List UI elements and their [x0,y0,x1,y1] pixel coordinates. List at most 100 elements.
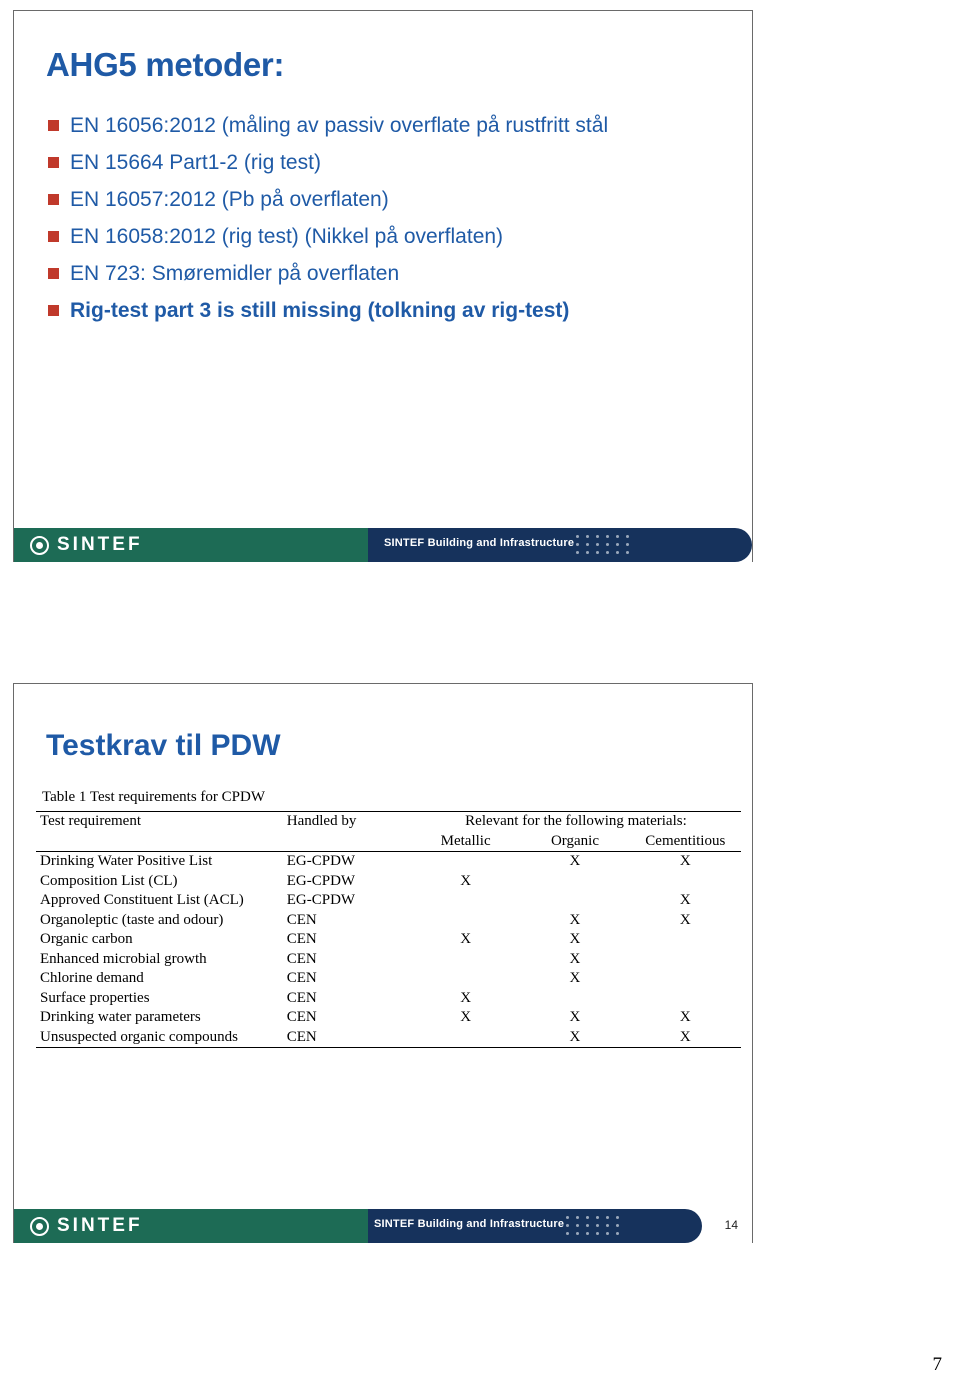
cell-requirement: Approved Constituent List (ACL) [40,892,244,908]
column-header-materials-group: Relevant for the following materials: [410,811,741,832]
list-item-label: EN 16058:2012 (rig test) (Nikkel på over… [70,225,504,248]
cell-cementitious: X [679,1009,691,1025]
cell-organic: X [569,931,581,947]
cell-requirement: Organic carbon [40,931,133,947]
cell-organic [520,891,629,911]
sintef-logo: SINTEF [30,1215,143,1237]
table-row: Composition List (CL) EG-CPDW X [36,872,741,892]
slide-2-title: Testkrav til PDW [46,729,281,762]
cell-handled-by: EG-CPDW [286,892,356,908]
column-header-handled-by: Handled by [282,811,411,832]
list-item: Rig-test part 3 is still missing (tolkni… [48,296,738,326]
sintef-wordmark: SINTEF [57,1215,143,1236]
table-header-row-primary: Test requirement Handled by Relevant for… [36,811,741,832]
table-row: Drinking Water Positive List EG-CPDW X X [36,852,741,872]
cell-handled-by: CEN [286,989,317,1006]
cell-requirement: Chlorine demand [40,970,144,986]
table-caption: Table 1 Test requirements for CPDW [42,789,265,805]
cell-metallic: X [460,989,472,1006]
list-item-label: EN 16057:2012 (Pb på overflaten) [70,188,389,211]
table-row: Organoleptic (taste and odour) CEN X X [36,911,741,931]
slide-1-title: AHG5 metoder: [46,46,285,83]
cell-handled-by: EG-CPDW [286,872,356,889]
table-row: Chlorine demand CEN X [36,969,741,989]
cell-handled-by: CEN [286,970,317,986]
column-header-test-requirement: Test requirement [36,811,283,832]
slide-number: 14 [724,1218,738,1232]
cell-organic [520,989,629,1009]
square-bullet-icon [48,305,59,316]
list-item: EN 16056:2012 (måling av passiv overflat… [48,111,738,141]
cell-cementitious: X [629,1027,741,1048]
column-header-spacer-2 [282,831,411,852]
test-requirements-table-wrapper: Table 1 Test requirements for CPDW Test … [36,789,746,1048]
slide-1-bullet-list: EN 16056:2012 (måling av passiv overflat… [48,111,738,333]
table-row: Organic carbon CEN X X [36,930,741,950]
table-row: Unsuspected organic compounds CEN X X [36,1027,741,1048]
cell-handled-by: CEN [286,1009,317,1025]
list-item: EN 723: Smøremidler på overflaten [48,259,738,289]
sintef-circle-icon [30,1216,49,1236]
table-row: Surface properties CEN X [36,989,741,1009]
column-header-metallic: Metallic [410,831,521,852]
slide-1: AHG5 metoder: EN 16056:2012 (måling av p… [13,10,753,562]
slide-2: Testkrav til PDW Table 1 Test requiremen… [13,683,753,1243]
cell-handled-by: CEN [282,1027,411,1048]
cell-metallic: X [460,931,472,947]
cell-metallic: X [460,1009,472,1025]
cell-requirement: Unsuspected organic compounds [36,1027,283,1048]
footer-dots-decoration [576,535,629,554]
square-bullet-icon [48,231,59,242]
cell-organic: X [569,970,581,986]
list-item-label: EN 16056:2012 (måling av passiv overflat… [70,114,609,137]
cell-metallic: X [460,872,472,889]
cell-cementitious: X [679,892,691,908]
cell-cementitious [630,969,741,989]
cell-requirement: Drinking water parameters [40,1009,201,1025]
square-bullet-icon [48,120,59,131]
cell-handled-by: CEN [286,950,317,967]
table-row: Enhanced microbial growth CEN X [36,950,741,970]
cell-handled-by: CEN [286,931,317,947]
cell-organic: X [569,853,581,869]
page-number: 7 [932,1354,943,1375]
square-bullet-icon [48,157,59,168]
footer-dots-decoration [566,1216,619,1235]
cell-organic: X [569,950,581,967]
cell-metallic [411,950,520,970]
cell-handled-by: CEN [286,911,317,928]
footer-label: SINTEF Building and Infrastructure [384,537,575,549]
list-item: EN 15664 Part1-2 (rig test) [48,148,738,178]
cell-organic [520,872,629,892]
column-header-cementitious: Cementitious [629,831,741,852]
cell-cementitious: X [679,911,691,928]
cell-cementitious [630,989,741,1009]
list-item: EN 16057:2012 (Pb på overflaten) [48,185,738,215]
cell-cementitious [630,930,741,950]
column-header-organic: Organic [520,831,630,852]
square-bullet-icon [48,194,59,205]
table-row: Approved Constituent List (ACL) EG-CPDW … [36,891,741,911]
cell-requirement: Composition List (CL) [40,872,178,889]
cell-requirement: Organoleptic (taste and odour) [40,911,224,928]
cell-handled-by: EG-CPDW [286,853,356,869]
table-row: Drinking water parameters CEN X X X [36,1008,741,1028]
test-requirements-table: Test requirement Handled by Relevant for… [36,811,741,1048]
table-header-row-secondary: Metallic Organic Cementitious [36,831,741,852]
cell-metallic [410,1027,521,1048]
cell-metallic [411,852,520,872]
cell-organic: X [520,1027,630,1048]
cell-metallic [411,969,520,989]
list-item: EN 16058:2012 (rig test) (Nikkel på over… [48,222,738,252]
cell-metallic [411,891,520,911]
cell-requirement: Enhanced microbial growth [40,950,207,967]
slide-2-footer: SINTEF SINTEF Building and Infrastructur… [14,1209,752,1243]
list-item-label: EN 723: Smøremidler på overflaten [70,262,400,285]
column-header-spacer-1 [36,831,283,852]
footer-label: SINTEF Building and Infrastructure [374,1218,565,1230]
cell-metallic [411,911,520,931]
list-item-label: EN 15664 Part1-2 (rig test) [70,151,321,174]
sintef-wordmark: SINTEF [57,534,143,555]
sintef-logo: SINTEF [30,534,143,556]
sintef-circle-icon [30,535,49,555]
